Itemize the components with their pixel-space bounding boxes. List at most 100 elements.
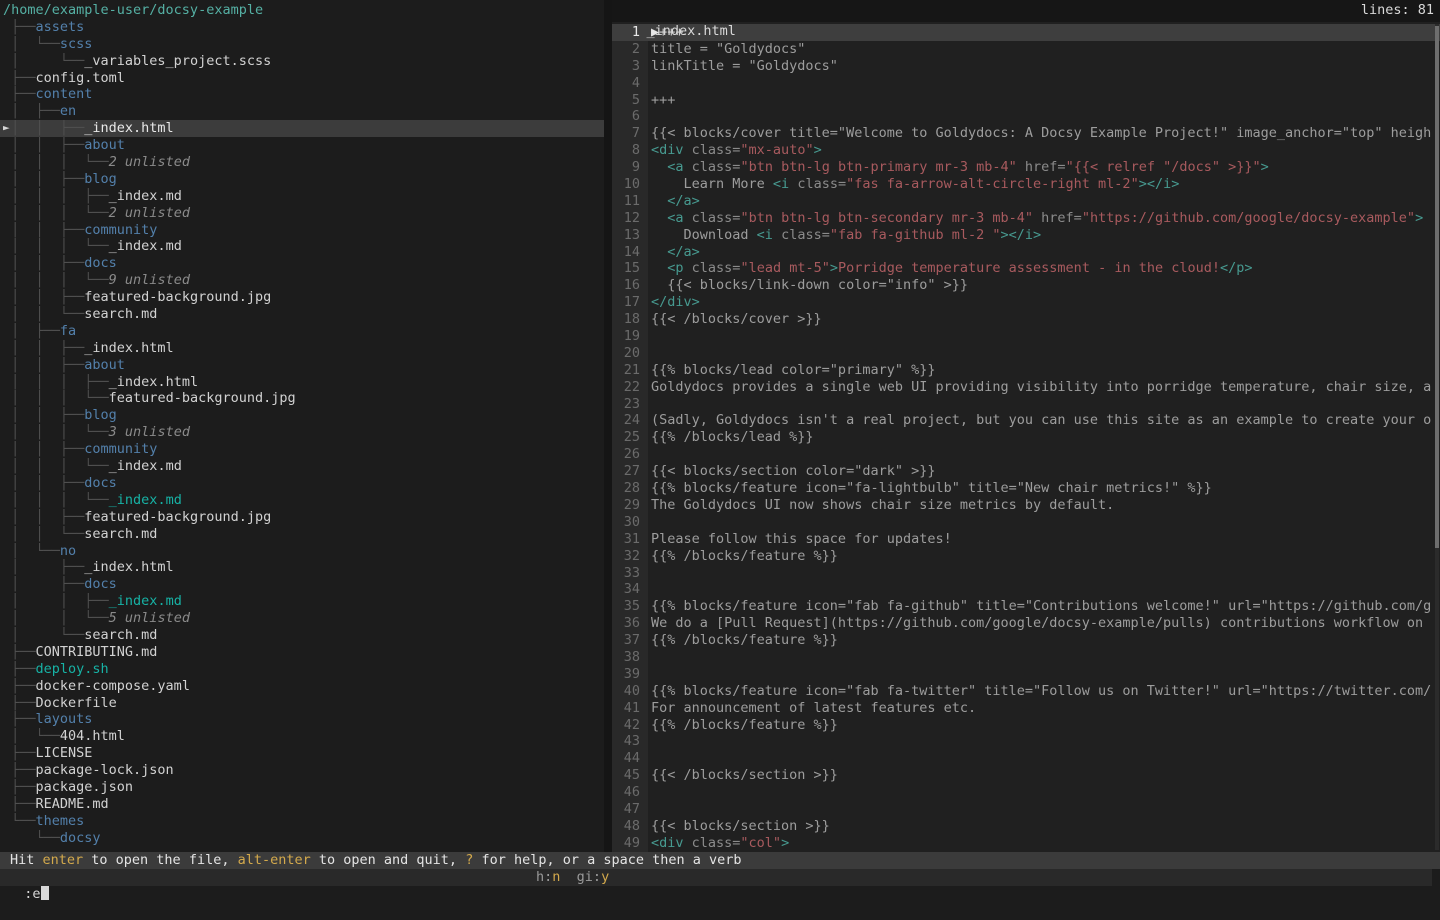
tree-entry-name: docsy xyxy=(60,830,101,846)
tree-entry-name: _index.html xyxy=(84,120,173,136)
code-line: 22Goldydocs provides a single web UI pro… xyxy=(612,379,1440,396)
tree-row[interactable]: │ │ │ └──_index.md xyxy=(0,238,604,255)
tree-row[interactable]: │ │ │ └──_index.md xyxy=(0,492,604,509)
line-number: 26 xyxy=(612,446,648,463)
tree-entry-name: about xyxy=(84,357,125,373)
tree-branch-lines: ├── xyxy=(3,762,36,778)
line-content: We do a [Pull Request](https://github.co… xyxy=(648,615,1440,632)
tree-row[interactable]: │ │ └──5 unlisted xyxy=(0,610,604,627)
scrollbar-thumb[interactable] xyxy=(1435,26,1439,548)
tree-row[interactable]: │ │ ├──featured-background.jpg xyxy=(0,509,604,526)
tree-row[interactable]: ├──LICENSE xyxy=(0,745,604,762)
tree-row[interactable]: │ │ └──search.md xyxy=(0,306,604,323)
code-line: 17</div> xyxy=(612,294,1440,311)
tree-row[interactable]: └──themes xyxy=(0,813,604,830)
tree-row[interactable]: │ │ ├──blog xyxy=(0,407,604,424)
tree-branch-lines: │ │ │ └── xyxy=(3,154,109,170)
tree-branch-lines: │ │ ├── xyxy=(3,222,84,238)
line-number: 25 xyxy=(612,429,648,446)
selection-arrow-icon: ► xyxy=(3,120,10,137)
tree-row[interactable]: │ │ ├──community xyxy=(0,441,604,458)
line-content xyxy=(648,750,1440,767)
line-number: 32 xyxy=(612,548,648,565)
tree-row[interactable]: │ │ ├──community xyxy=(0,222,604,239)
tree-entry-name: content xyxy=(36,86,93,102)
code-line: 26 xyxy=(612,446,1440,463)
line-number: 49 xyxy=(612,835,648,852)
tree-entry-name: package.json xyxy=(36,779,134,795)
tree-row[interactable]: │ │ ├──docs xyxy=(0,255,604,272)
code-line: 21{{% blocks/lead color="primary" %}} xyxy=(612,362,1440,379)
tree-row[interactable]: │ └──scss xyxy=(0,36,604,53)
tree-row[interactable]: │ ├──docs xyxy=(0,576,604,593)
tree-row[interactable]: │ │ └──search.md xyxy=(0,526,604,543)
tree-entry-name: 2 unlisted xyxy=(109,154,190,170)
tree-row[interactable]: ├──docker-compose.yaml xyxy=(0,678,604,695)
tree-entry-name: blog xyxy=(84,171,117,187)
tree-branch-lines: ├── xyxy=(3,779,36,795)
tree-row[interactable]: │ ├──_index.html xyxy=(0,559,604,576)
code-line: 6 xyxy=(612,108,1440,125)
tree-row[interactable]: │ └──search.md xyxy=(0,627,604,644)
code-line: 12 <a class="btn btn-lg btn-secondary mr… xyxy=(612,210,1440,227)
status-text: for help, or a space then a verb xyxy=(473,852,741,868)
line-content xyxy=(648,666,1440,683)
tree-row[interactable]: │ │ │ └──3 unlisted xyxy=(0,424,604,441)
tree-row[interactable]: ├──config.toml xyxy=(0,70,604,87)
tree-row[interactable]: │ │ │ ├──_index.html xyxy=(0,374,604,391)
tree-row[interactable]: │ │ │ └──2 unlisted xyxy=(0,205,604,222)
tree-row[interactable]: │ └──_variables_project.scss xyxy=(0,53,604,70)
tree-row[interactable]: │ │ ├──featured-background.jpg xyxy=(0,289,604,306)
line-number: 36 xyxy=(612,615,648,632)
tree-row[interactable]: ├──package.json xyxy=(0,779,604,796)
tree-row[interactable]: │ │ │ ├──_index.md xyxy=(0,188,604,205)
tree-branch-lines: ├── xyxy=(3,644,36,660)
tree-row[interactable]: │ │ │ └──2 unlisted xyxy=(0,154,604,171)
line-number: 12 xyxy=(612,210,648,227)
tree-row[interactable]: ├──README.md xyxy=(0,796,604,813)
line-number: 28 xyxy=(612,480,648,497)
tree-entry-name: deploy.sh xyxy=(36,661,109,677)
line-number: 46 xyxy=(612,784,648,801)
line-number: 41 xyxy=(612,700,648,717)
tree-row[interactable]: │ │ ├──docs xyxy=(0,475,604,492)
tree-row[interactable]: ├──CONTRIBUTING.md xyxy=(0,644,604,661)
line-number: 45 xyxy=(612,767,648,784)
tree-row[interactable]: ├──Dockerfile xyxy=(0,695,604,712)
tree-row[interactable]: ├──content xyxy=(0,86,604,103)
line-content: </a> xyxy=(648,193,1440,210)
tree-entry-name: community xyxy=(84,222,157,238)
tree-row[interactable]: └──docsy xyxy=(0,830,604,847)
tree-row[interactable]: │ │ │ └──9 unlisted xyxy=(0,272,604,289)
tree-row[interactable]: ├──assets xyxy=(0,19,604,36)
tree-row[interactable]: ├──deploy.sh xyxy=(0,661,604,678)
tree-row[interactable]: │ │ ├──about xyxy=(0,137,604,154)
tree-row[interactable]: │ ├──fa xyxy=(0,323,604,340)
code-line: 47 xyxy=(612,801,1440,818)
tree-branch-lines: │ │ ├── xyxy=(3,171,84,187)
line-content: <a class="btn btn-lg btn-primary mr-3 mb… xyxy=(648,159,1440,176)
tree-row[interactable]: ├──layouts xyxy=(0,711,604,728)
code-line: 28{{% blocks/feature icon="fa-lightbulb"… xyxy=(612,480,1440,497)
tree-row[interactable]: │ │ ├──blog xyxy=(0,171,604,188)
tree-row-selected[interactable]: ► │ │ ├──_index.html xyxy=(0,120,604,137)
tree-row[interactable]: ├──package-lock.json xyxy=(0,762,604,779)
tree-row[interactable]: │ │ ├──about xyxy=(0,357,604,374)
tree-row[interactable]: │ └──404.html xyxy=(0,728,604,745)
tree-row[interactable]: │ ├──en xyxy=(0,103,604,120)
line-content: {{< blocks/link-down color="info" >}} xyxy=(648,277,1440,294)
code-line: 9 <a class="btn btn-lg btn-primary mr-3 … xyxy=(612,159,1440,176)
root-path: /home/example-user/docsy-example xyxy=(0,2,604,19)
tree-entry-name: community xyxy=(84,441,157,457)
tree-entry-name: 5 unlisted xyxy=(109,610,190,626)
tree-row[interactable]: │ │ ├──_index.md xyxy=(0,593,604,610)
line-content: +++ xyxy=(648,92,1440,109)
tree-row[interactable]: │ └──no xyxy=(0,543,604,560)
tree-row[interactable]: │ │ │ └──_index.md xyxy=(0,458,604,475)
code-line: 36We do a [Pull Request](https://github.… xyxy=(612,615,1440,632)
tree-row[interactable]: │ │ ├──_index.html xyxy=(0,340,604,357)
code-preview: 1▶+++2title = "Goldydocs"3linkTitle = "G… xyxy=(612,24,1440,852)
tree-row[interactable]: │ │ │ └──featured-background.jpg xyxy=(0,390,604,407)
preview-scrollbar[interactable] xyxy=(1435,24,1439,850)
tree-branch-lines: │ │ └── xyxy=(3,306,84,322)
